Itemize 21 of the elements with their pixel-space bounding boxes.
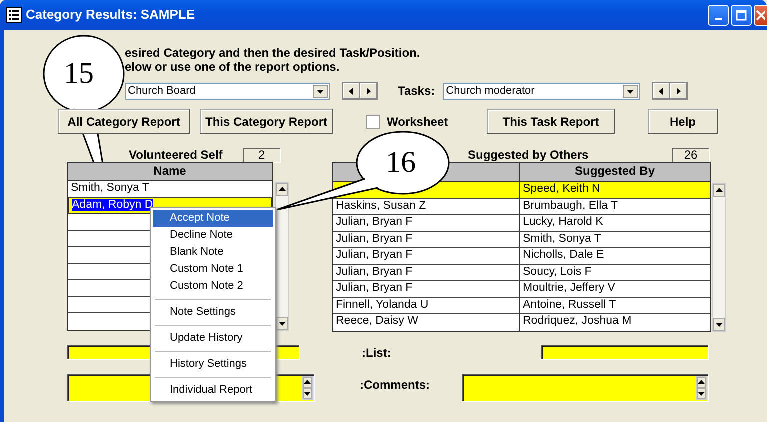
table-cell: Julian, Bryan F: [333, 215, 520, 232]
table-cell: Finnell, Yolanda U: [333, 298, 520, 314]
table-cell: Julian, Bryan F: [333, 232, 520, 248]
section-label: Volunteered Self: [129, 147, 223, 164]
worksheet-label: Worksheet: [387, 114, 448, 130]
callout-number: 16: [386, 148, 416, 178]
table-cell: Julian, Bryan F: [333, 248, 520, 264]
table-cell: Haskins, Susan Z: [333, 198, 520, 215]
tasks-label: Tasks:: [398, 83, 436, 100]
callout-number: 15: [64, 59, 94, 89]
comments-label: :Comments:: [360, 376, 430, 394]
column-header: Name: [68, 163, 272, 181]
table-cell: Julian, Bryan F: [333, 264, 520, 281]
instruction-text: elow or use one of the report options.: [125, 60, 341, 74]
table-cell: Adam, Robyn D: [72, 198, 154, 210]
list-label: :List:: [362, 344, 392, 362]
table-cell: Smith, Sonya T: [71, 182, 150, 194]
window-title: Category Results: SAMPLE: [26, 6, 196, 24]
instruction-text: esired Category and then the desired Task/Position.: [125, 46, 422, 60]
table-cell: Julian, Bryan F: [333, 281, 520, 298]
section-label: Suggested by Others: [468, 147, 589, 164]
